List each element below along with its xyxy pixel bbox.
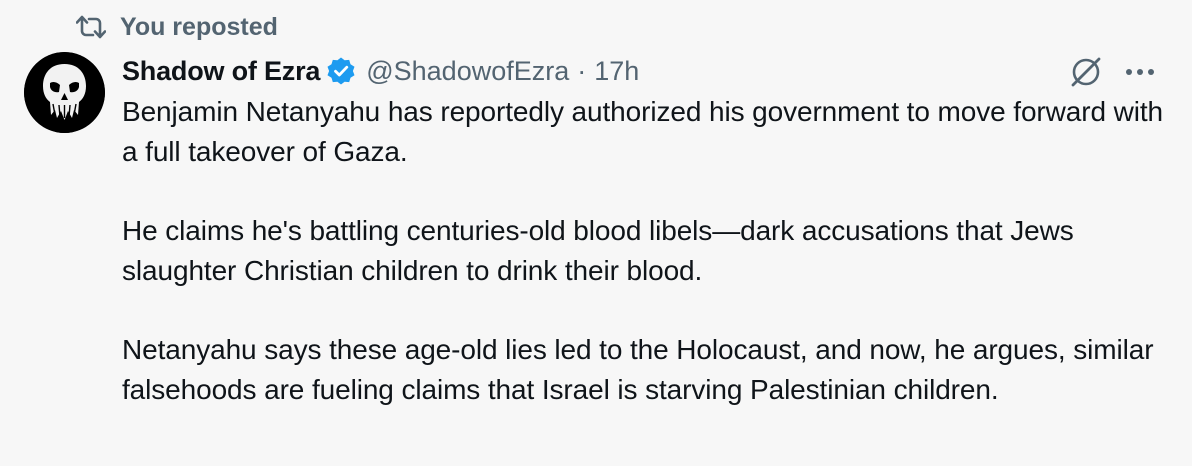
author-display-name[interactable]: Shadow of Ezra <box>122 56 320 87</box>
more-options-icon[interactable] <box>1122 54 1158 90</box>
author-handle[interactable]: @ShadowofEzra <box>366 56 569 87</box>
tweet-header: Shadow of Ezra @ShadowofEzra · 17h <box>122 50 1172 92</box>
repost-label: You reposted <box>120 12 278 41</box>
grok-icon[interactable] <box>1068 54 1104 90</box>
tweet[interactable]: Shadow of Ezra @ShadowofEzra · 17h Benja… <box>122 50 1172 410</box>
repost-indicator[interactable]: You reposted <box>74 10 278 44</box>
tweet-paragraph: Benjamin Netanyahu has reportedly author… <box>122 96 1164 167</box>
tweet-paragraph: Netanyahu says these age-old lies led to… <box>122 334 1154 405</box>
tweet-actions <box>1068 54 1158 90</box>
punisher-skull-avatar <box>24 52 105 133</box>
tweet-text: Benjamin Netanyahu has reportedly author… <box>122 92 1172 410</box>
separator-dot: · <box>577 55 587 86</box>
avatar[interactable] <box>24 52 105 133</box>
repost-icon <box>74 10 108 44</box>
post-timestamp[interactable]: 17h <box>594 56 639 87</box>
verified-badge-icon[interactable] <box>326 55 358 87</box>
tweet-paragraph: He claims he's battling centuries-old bl… <box>122 215 1074 286</box>
